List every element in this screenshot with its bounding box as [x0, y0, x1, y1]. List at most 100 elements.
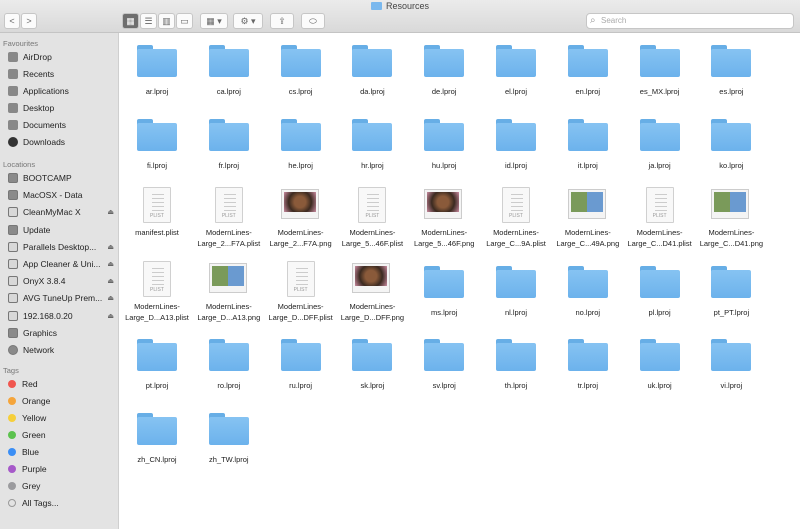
- folder-item[interactable]: es_MX.lproj: [624, 36, 696, 109]
- eject-icon[interactable]: ⏏: [107, 294, 114, 302]
- file-name: ModernLines-Large_2...F7A.png: [269, 228, 332, 249]
- folder-item[interactable]: zh_TW.lproj: [193, 404, 265, 477]
- sidebar-item-location[interactable]: OnyX 3.8.4 ⏏: [8, 273, 116, 289]
- search-input[interactable]: Search: [586, 13, 794, 29]
- file-item[interactable]: ModernLines-Large_C...49A.png: [552, 183, 624, 256]
- folder-item[interactable]: it.lproj: [552, 110, 624, 183]
- text-line: [367, 206, 380, 208]
- folder-item[interactable]: vi.lproj: [695, 330, 767, 403]
- folder-item[interactable]: hu.lproj: [408, 110, 480, 183]
- sidebar-item-location[interactable]: MacOSX - Data: [8, 187, 116, 203]
- folder-item[interactable]: nl.lproj: [480, 257, 552, 330]
- folder-item[interactable]: es.lproj: [695, 36, 767, 109]
- sidebar-item-location[interactable]: BOOTCAMP: [8, 170, 116, 186]
- folder-item[interactable]: ar.lproj: [121, 36, 193, 109]
- folder-item[interactable]: hr.lproj: [336, 110, 408, 183]
- sidebar-tag-grey[interactable]: Grey: [8, 478, 116, 494]
- file-item[interactable]: PLIST ModernLines-Large_D...A13.plist: [121, 257, 193, 330]
- folder-item[interactable]: uk.lproj: [624, 330, 696, 403]
- column-view-button[interactable]: ▥: [158, 13, 175, 29]
- eject-icon[interactable]: ⏏: [107, 260, 114, 268]
- folder-item[interactable]: sv.lproj: [408, 330, 480, 403]
- folder-icon: [370, 2, 382, 10]
- file-item[interactable]: PLIST ModernLines-Large_C...9A.plist: [480, 183, 552, 256]
- file-item[interactable]: PLIST manifest.plist: [121, 183, 193, 256]
- folder-item[interactable]: ms.lproj: [408, 257, 480, 330]
- sidebar-tag-alltags[interactable]: All Tags...: [8, 495, 116, 511]
- file-item[interactable]: ModernLines-Large_D...A13.png: [193, 257, 265, 330]
- folder-item[interactable]: sk.lproj: [336, 330, 408, 403]
- eject-icon[interactable]: ⏏: [107, 277, 114, 285]
- file-item[interactable]: PLIST ModernLines-Large_5...46F.plist: [336, 183, 408, 256]
- sidebar-item-location[interactable]: App Cleaner & Uni... ⏏: [8, 256, 116, 272]
- share-button[interactable]: ⇪: [270, 13, 294, 29]
- action-gear-button[interactable]: ⚙ ▾: [233, 13, 263, 29]
- folder-item[interactable]: he.lproj: [265, 110, 337, 183]
- folder-item[interactable]: fi.lproj: [121, 110, 193, 183]
- folder-icon: [208, 339, 249, 372]
- folder-item[interactable]: pt_PT.lproj: [695, 257, 767, 330]
- sidebar-item-location[interactable]: Graphics: [8, 325, 116, 341]
- tag-button[interactable]: ⬭: [301, 13, 325, 29]
- gallery-view-button[interactable]: ▭: [176, 13, 193, 29]
- sidebar-item-airdrop[interactable]: AirDrop: [8, 49, 116, 65]
- folder-item[interactable]: pl.lproj: [624, 257, 696, 330]
- folder-item[interactable]: no.lproj: [552, 257, 624, 330]
- folder-item[interactable]: tr.lproj: [552, 330, 624, 403]
- sidebar-item-location[interactable]: AVG TuneUp Prem... ⏏: [8, 290, 116, 306]
- sidebar-tag-yellow[interactable]: Yellow: [8, 410, 116, 426]
- list-view-button[interactable]: ☰: [140, 13, 157, 29]
- folder-icon: [280, 45, 321, 77]
- back-button[interactable]: <: [4, 13, 20, 29]
- folder-icon: [137, 413, 177, 445]
- sidebar-tag-red[interactable]: Red: [8, 376, 116, 392]
- sidebar-tag-green[interactable]: Green: [8, 427, 116, 443]
- folder-item[interactable]: cs.lproj: [265, 36, 337, 109]
- file-name: ModernLines-Large_5...46F.plist: [341, 228, 404, 249]
- sidebar-tag-label: Orange: [22, 396, 51, 406]
- folder-item[interactable]: de.lproj: [408, 36, 480, 109]
- folder-item[interactable]: ko.lproj: [695, 110, 767, 183]
- folder-item[interactable]: fr.lproj: [193, 110, 265, 183]
- folder-item[interactable]: el.lproj: [480, 36, 552, 109]
- folder-item[interactable]: th.lproj: [480, 330, 552, 403]
- file-item[interactable]: ModernLines-Large_5...46F.png: [408, 183, 480, 256]
- folder-item[interactable]: ro.lproj: [193, 330, 265, 403]
- icon-view-button[interactable]: ▦: [122, 13, 139, 29]
- eject-icon[interactable]: ⏏: [107, 208, 114, 216]
- sidebar-tag-purple[interactable]: Purple: [8, 461, 116, 477]
- folder-item[interactable]: ja.lproj: [624, 110, 696, 183]
- file-item[interactable]: ModernLines-Large_2...F7A.png: [265, 183, 337, 256]
- sidebar-item-location[interactable]: CleanMyMac X ⏏: [8, 204, 116, 220]
- sidebar-item-downloads[interactable]: Downloads: [8, 134, 116, 150]
- sidebar-item-desktop[interactable]: Desktop: [8, 100, 116, 116]
- file-item[interactable]: ModernLines-Large_D...DFF.png: [336, 257, 408, 330]
- folder-item[interactable]: id.lproj: [480, 110, 552, 183]
- eject-icon[interactable]: ⏏: [107, 243, 114, 251]
- file-item[interactable]: PLIST ModernLines-Large_2...F7A.plist: [193, 183, 265, 256]
- eject-icon[interactable]: ⏏: [107, 312, 114, 320]
- folder-icon: [711, 339, 752, 372]
- sidebar-tag-orange[interactable]: Orange: [8, 393, 116, 409]
- folder-icon: [352, 118, 393, 151]
- folder-item[interactable]: zh_CN.lproj: [121, 404, 193, 477]
- folder-item[interactable]: pt.lproj: [121, 330, 193, 403]
- sidebar-item-applications[interactable]: Applications: [8, 83, 116, 99]
- file-item[interactable]: ModernLines-Large_C...D41.png: [695, 183, 767, 256]
- sidebar-item-location[interactable]: Update: [8, 222, 116, 238]
- folder-item[interactable]: ca.lproj: [193, 36, 265, 109]
- folder-item[interactable]: da.lproj: [336, 36, 408, 109]
- image-thumbnail-icon: [352, 262, 391, 293]
- sidebar-tag-blue[interactable]: Blue: [8, 444, 116, 460]
- file-item[interactable]: PLIST ModernLines-Large_D...DFF.plist: [265, 257, 337, 330]
- sidebar-item-documents[interactable]: Documents: [8, 117, 116, 133]
- sidebar-item-location[interactable]: Parallels Desktop... ⏏: [8, 239, 116, 255]
- folder-item[interactable]: en.lproj: [552, 36, 624, 109]
- sidebar-item-location[interactable]: 192.168.0.20 ⏏: [8, 308, 116, 324]
- group-button[interactable]: ▦ ▾: [200, 13, 228, 29]
- sidebar-item-recents[interactable]: Recents: [8, 66, 116, 82]
- sidebar-item-location[interactable]: Network: [8, 342, 116, 358]
- forward-button[interactable]: >: [21, 13, 37, 29]
- file-item[interactable]: PLIST ModernLines-Large_C...D41.plist: [624, 183, 696, 256]
- folder-item[interactable]: ru.lproj: [265, 330, 337, 403]
